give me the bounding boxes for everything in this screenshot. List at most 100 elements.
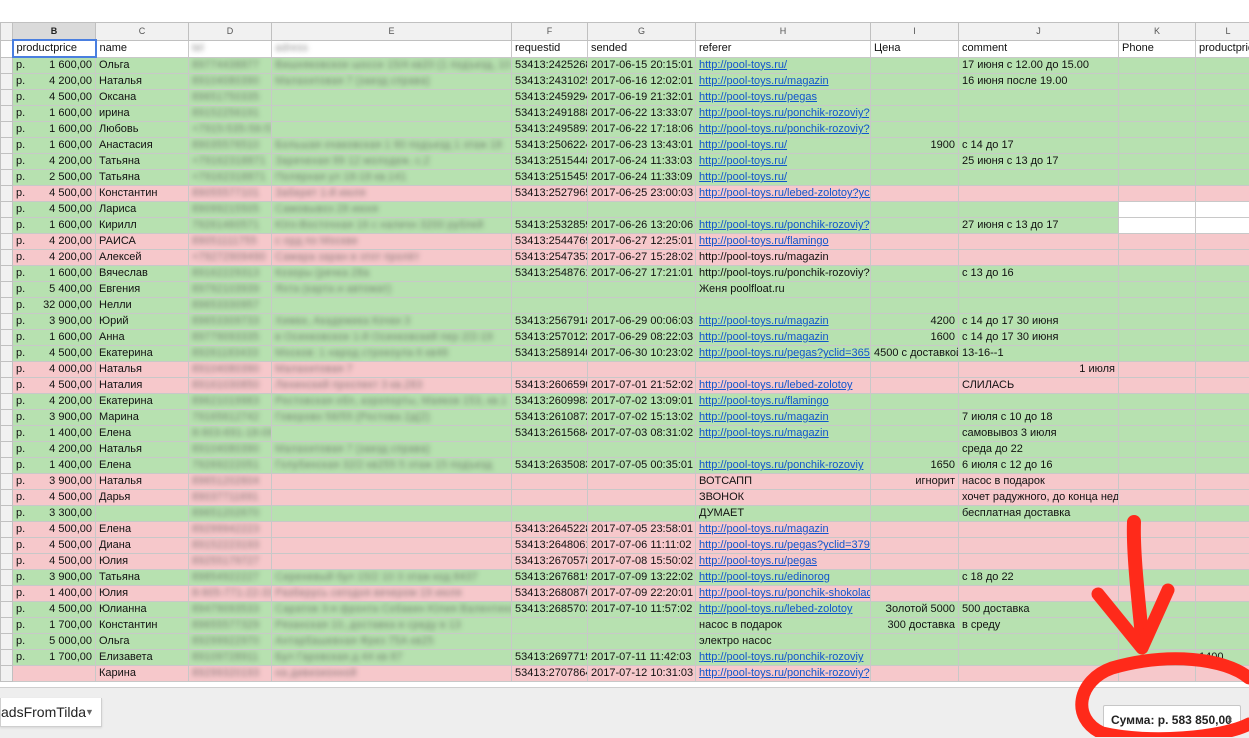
row-header[interactable]: [1, 40, 13, 57]
cell-productprice-2[interactable]: [1196, 506, 1249, 522]
cell-price[interactable]: [871, 122, 959, 138]
cell-price[interactable]: [871, 394, 959, 410]
cell-referer[interactable]: ДУМАЕТ: [696, 506, 871, 522]
cell-tel[interactable]: 89299942223: [189, 522, 272, 538]
cell-phone[interactable]: [1119, 57, 1196, 74]
cell-adress[interactable]: Малахитовая 7 (заезд справа): [272, 74, 512, 90]
cell-phone[interactable]: [1119, 154, 1196, 170]
cell-price[interactable]: [871, 490, 959, 506]
cell-productprice-2[interactable]: [1196, 618, 1249, 634]
cell-adress[interactable]: Заберет 1-й июля: [272, 186, 512, 202]
cell-adress[interactable]: на дивизионной: [272, 666, 512, 682]
row-header[interactable]: [1, 570, 13, 586]
cell-tel[interactable]: 89479093533: [189, 602, 272, 618]
cell-comment[interactable]: среда до 22: [959, 442, 1119, 458]
cell-productprice[interactable]: р.5 000,00: [13, 634, 96, 650]
cell-adress[interactable]: [272, 90, 512, 106]
row-header[interactable]: [1, 650, 13, 666]
cell-price[interactable]: [871, 266, 959, 282]
cell-productprice[interactable]: р.4 500,00: [13, 346, 96, 362]
cell-referer[interactable]: [696, 442, 871, 458]
cell-sended[interactable]: [588, 362, 696, 378]
cell-productprice[interactable]: р.1 400,00: [13, 586, 96, 602]
cell-referer[interactable]: http://pool-toys.ru/flamingo: [696, 394, 871, 410]
column-header-c[interactable]: C: [96, 23, 189, 41]
cell-tel[interactable]: 89651202604: [189, 474, 272, 490]
cell-comment[interactable]: [959, 186, 1119, 202]
cell-adress[interactable]: [272, 506, 512, 522]
cell-comment[interactable]: [959, 106, 1119, 122]
cell-tel[interactable]: 8-905-771-22-33: [189, 586, 272, 602]
cell-adress[interactable]: Самовывоз 28 июня: [272, 202, 512, 218]
cell-referer[interactable]: http://pool-toys.ru/lebed-zolotoy: [696, 602, 871, 618]
cell-adress[interactable]: Ленинский проспект 3 кв.283: [272, 378, 512, 394]
cell-name[interactable]: Елизавета: [96, 650, 189, 666]
row-header[interactable]: [1, 634, 13, 650]
cell-phone[interactable]: [1119, 362, 1196, 378]
cell-adress[interactable]: Говорово 56/55 (Ростова 2д(2): [272, 410, 512, 426]
cell-adress[interactable]: [272, 554, 512, 570]
cell-requestid[interactable]: 53413:2615684: [512, 426, 588, 442]
cell-referer[interactable]: http://pool-toys.ru/ponchik-rozoviy: [696, 650, 871, 666]
cell-tel[interactable]: 89655577329: [189, 618, 272, 634]
cell-tel[interactable]: 89651750335: [189, 90, 272, 106]
spreadsheet-grid[interactable]: B C D E F G H I J K L productprice name …: [0, 22, 1249, 687]
cell-referer[interactable]: http://pool-toys.ru/pegas?yclid=3653475: [696, 346, 871, 362]
cell-sended[interactable]: [588, 474, 696, 490]
row-header[interactable]: [1, 458, 13, 474]
cell-productprice-2[interactable]: [1196, 122, 1249, 138]
cell-name[interactable]: Наталья: [96, 74, 189, 90]
cell-price[interactable]: [871, 298, 959, 314]
cell-comment[interactable]: [959, 202, 1119, 218]
cell-name[interactable]: Ольга: [96, 634, 189, 650]
cell-productprice-2[interactable]: [1196, 538, 1249, 554]
cell-price[interactable]: 1900: [871, 138, 959, 154]
cell-tel[interactable]: 89035576510: [189, 138, 272, 154]
cell-phone[interactable]: [1119, 538, 1196, 554]
cell-name[interactable]: Юрий: [96, 314, 189, 330]
sheet-tab-dropdown-icon[interactable]: ▼: [85, 698, 94, 726]
cell-productprice-2[interactable]: [1196, 138, 1249, 154]
cell-sended[interactable]: 2017-06-22 13:33:07: [588, 106, 696, 122]
cell-sended[interactable]: 2017-07-10 11:57:02: [588, 602, 696, 618]
cell-tel[interactable]: 79261460571: [189, 218, 272, 234]
cell-productprice[interactable]: р.3 900,00: [13, 570, 96, 586]
row-header[interactable]: [1, 602, 13, 618]
cell-productprice[interactable]: р.4 200,00: [13, 394, 96, 410]
cell-price[interactable]: [871, 634, 959, 650]
cell-name[interactable]: Екатерина: [96, 394, 189, 410]
cell-adress[interactable]: [272, 426, 512, 442]
cell-tel[interactable]: 89299320193: [189, 666, 272, 682]
cell-referer[interactable]: http://pool-toys.ru/ponchik-rozoviy?ycli…: [696, 122, 871, 138]
cell-price[interactable]: [871, 90, 959, 106]
cell-referer[interactable]: http://pool-toys.ru/: [696, 57, 871, 74]
cell-productprice-2[interactable]: [1196, 282, 1249, 298]
cell-comment[interactable]: [959, 666, 1119, 682]
cell-phone[interactable]: [1119, 298, 1196, 314]
cell-comment[interactable]: в среду: [959, 618, 1119, 634]
cell-name[interactable]: Ольга: [96, 57, 189, 74]
cell-price[interactable]: [871, 170, 959, 186]
cell-phone[interactable]: [1119, 554, 1196, 570]
cell-tel[interactable]: 89299922970: [189, 634, 272, 650]
cell-referer[interactable]: http://pool-toys.ru/magazin: [696, 426, 871, 442]
cell-price[interactable]: [871, 282, 959, 298]
row-header[interactable]: [1, 666, 13, 682]
row-header[interactable]: [1, 410, 13, 426]
row-header[interactable]: [1, 90, 13, 106]
row-header[interactable]: [1, 186, 13, 202]
cell-price[interactable]: 1650: [871, 458, 959, 474]
cell-sended[interactable]: 2017-06-16 12:02:01: [588, 74, 696, 90]
cell-productprice-2[interactable]: [1196, 442, 1249, 458]
row-header[interactable]: [1, 282, 13, 298]
cell-name[interactable]: Юлия: [96, 586, 189, 602]
cell-comment[interactable]: бесплатная доставка: [959, 506, 1119, 522]
cell-productprice[interactable]: р.4 500,00: [13, 202, 96, 218]
row-header[interactable]: [1, 346, 13, 362]
cell-productprice-2[interactable]: [1196, 378, 1249, 394]
cell-tel[interactable]: +79162318871: [189, 170, 272, 186]
cell-requestid[interactable]: 53413:2589140: [512, 346, 588, 362]
cell-productprice-2[interactable]: [1196, 362, 1249, 378]
cell-name[interactable]: Анна: [96, 330, 189, 346]
cell-header-comment[interactable]: comment: [959, 40, 1119, 57]
